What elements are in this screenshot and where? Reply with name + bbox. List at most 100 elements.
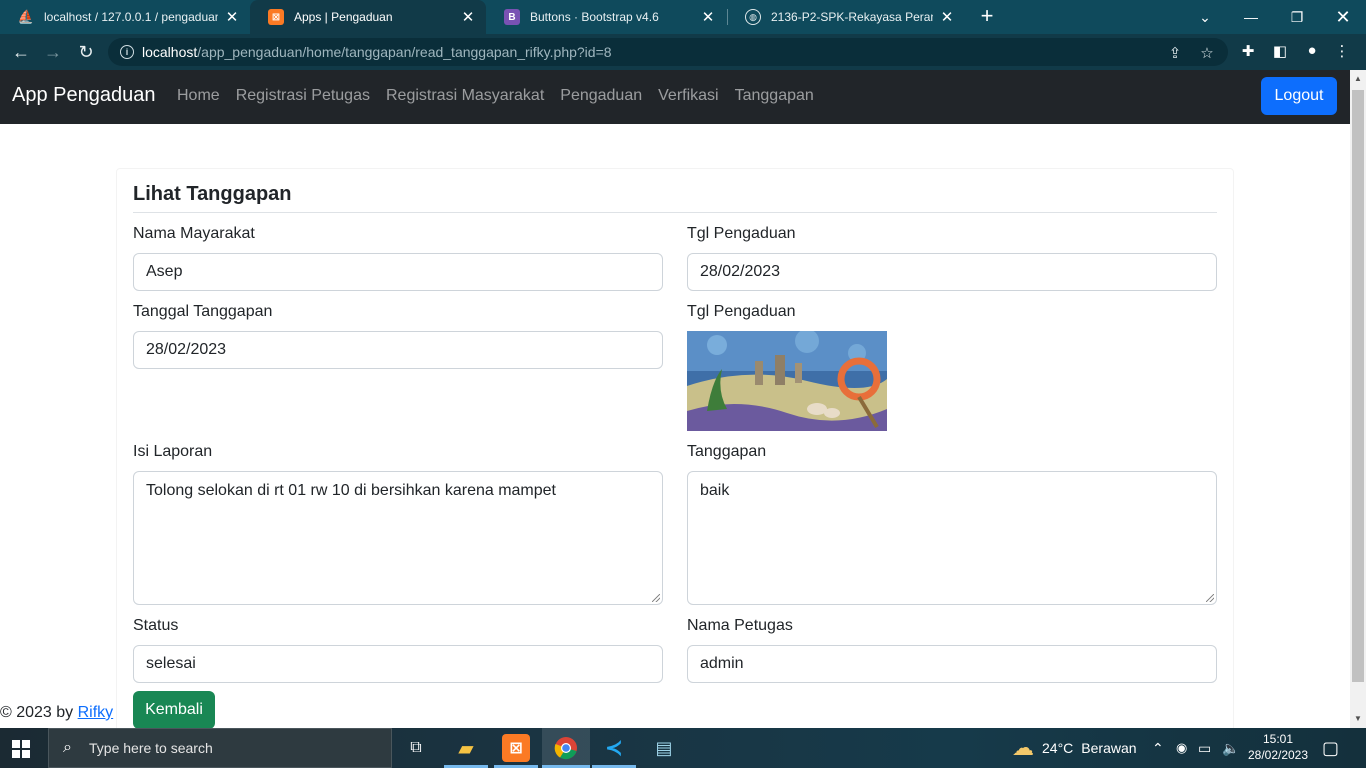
weather-widget[interactable]: ☁ 24°C Berawan bbox=[1012, 728, 1137, 768]
search-placeholder: Type here to search bbox=[89, 740, 213, 756]
status-label: Status bbox=[133, 617, 179, 634]
phpmyadmin-icon: ⛵ bbox=[17, 9, 35, 24]
meet-now-icon[interactable]: ◉ bbox=[1176, 728, 1187, 768]
footer-text: © 2023 by bbox=[0, 704, 78, 721]
clock-date: 28/02/2023 bbox=[1247, 748, 1309, 762]
weather-temp: 24°C bbox=[1042, 740, 1074, 756]
nav-link-registrasi-masyarakat[interactable]: Registrasi Masyarakat bbox=[386, 87, 544, 105]
app-navbar: App Pengaduan Home Registrasi Petugas Re… bbox=[0, 70, 1350, 124]
xampp-icon: ⊠ bbox=[268, 9, 284, 25]
share-icon[interactable]: ⇪ bbox=[1166, 44, 1184, 62]
close-icon[interactable]: ✕ bbox=[460, 8, 476, 26]
footer: © 2023 by Rifky bbox=[0, 704, 113, 722]
complaint-photo-image bbox=[687, 331, 887, 431]
tab-title: localhost / 127.0.0.1 / pengaduan bbox=[44, 10, 218, 24]
nav-link-tanggapan[interactable]: Tanggapan bbox=[735, 87, 814, 105]
nav-link-verfikasi[interactable]: Verfikasi bbox=[658, 87, 718, 105]
nav-link-pengaduan[interactable]: Pengaduan bbox=[560, 87, 642, 105]
scroll-down-icon[interactable]: ▼ bbox=[1354, 714, 1362, 723]
navbar-brand[interactable]: App Pengaduan bbox=[12, 84, 155, 107]
network-icon[interactable]: ▭ bbox=[1198, 728, 1211, 768]
tab-apps-pengaduan[interactable]: ⊠ Apps | Pengaduan ✕ bbox=[250, 0, 486, 34]
tgl-pengaduan-label: Tgl Pengaduan bbox=[687, 225, 796, 242]
bookmark-star-icon[interactable]: ☆ bbox=[1198, 44, 1216, 62]
xampp-taskbar-icon[interactable]: ⊠ bbox=[502, 734, 530, 762]
forward-arrow-icon[interactable]: → bbox=[42, 41, 64, 63]
tanggal-tanggapan-field[interactable]: 28/02/2023 bbox=[133, 331, 663, 369]
nama-field[interactable]: Asep bbox=[133, 253, 663, 291]
tab-search-chevron-icon[interactable]: ⌄ bbox=[1182, 0, 1228, 34]
menu-kebab-icon[interactable]: ⋮ bbox=[1332, 42, 1352, 62]
extensions-puzzle-icon[interactable]: ✚ bbox=[1238, 42, 1258, 62]
minimize-button[interactable]: — bbox=[1228, 0, 1274, 34]
side-panel-icon[interactable]: ◧ bbox=[1270, 42, 1290, 62]
tab-bootstrap[interactable]: B Buttons · Bootstrap v4.6 ✕ bbox=[486, 0, 726, 34]
isi-laporan-label: Isi Laporan bbox=[133, 443, 213, 460]
notification-icon[interactable]: ▢ bbox=[1322, 728, 1339, 768]
resize-grip-icon[interactable] bbox=[652, 594, 660, 602]
tanggapan-textarea[interactable]: baik bbox=[687, 471, 1217, 605]
close-icon[interactable]: ✕ bbox=[224, 8, 240, 26]
tanggapan-text: baik bbox=[700, 482, 730, 499]
bootstrap-icon: B bbox=[504, 9, 520, 25]
vscode-icon[interactable]: ≺ bbox=[600, 734, 628, 762]
nav-link-home[interactable]: Home bbox=[177, 87, 220, 105]
card-title: Lihat Tanggapan bbox=[133, 183, 292, 205]
cloud-sun-icon: ☁ bbox=[1012, 735, 1034, 760]
page-scrollbar[interactable]: ▲ ▼ bbox=[1350, 70, 1366, 728]
scroll-up-icon[interactable]: ▲ bbox=[1354, 74, 1362, 83]
browser-tab-strip: ⛵ localhost / 127.0.0.1 / pengaduan ✕ ⊠ … bbox=[0, 0, 1366, 34]
chrome-logo bbox=[554, 737, 577, 760]
windows-start-icon[interactable] bbox=[12, 740, 30, 758]
profile-icon[interactable]: ● bbox=[1302, 42, 1322, 62]
task-view-icon[interactable]: ⧉ bbox=[402, 734, 430, 762]
nama-petugas-label: Nama Petugas bbox=[687, 617, 793, 634]
chrome-icon[interactable] bbox=[552, 734, 580, 762]
nav-link-registrasi-petugas[interactable]: Registrasi Petugas bbox=[236, 87, 370, 105]
info-icon[interactable]: i bbox=[120, 45, 134, 59]
restore-button[interactable]: ❐ bbox=[1274, 0, 1320, 34]
url-bar[interactable]: i localhost/app_pengaduan/home/tanggapan… bbox=[108, 38, 1228, 66]
url-host: localhost bbox=[142, 44, 198, 60]
close-icon[interactable]: ✕ bbox=[700, 8, 716, 26]
logout-button[interactable]: Logout bbox=[1261, 77, 1337, 115]
isi-laporan-textarea[interactable]: Tolong selokan di rt 01 rw 10 di bersihk… bbox=[133, 471, 663, 605]
kembali-button[interactable]: Kembali bbox=[133, 691, 215, 728]
volume-icon[interactable]: 🔈 bbox=[1222, 728, 1239, 768]
system-clock[interactable]: 15:01 28/02/2023 bbox=[1244, 731, 1312, 763]
divider bbox=[133, 212, 1217, 213]
address-toolbar: ← → ↻ i localhost/app_pengaduan/home/tan… bbox=[0, 34, 1366, 70]
complaint-photo bbox=[687, 331, 887, 431]
notepad-icon[interactable]: ▤ bbox=[650, 734, 678, 762]
search-icon: ⌕ bbox=[63, 739, 72, 756]
back-arrow-icon[interactable]: ← bbox=[10, 41, 32, 63]
resize-grip-icon[interactable] bbox=[1206, 594, 1214, 602]
reload-icon[interactable]: ↻ bbox=[75, 41, 97, 63]
clock-time: 15:01 bbox=[1262, 732, 1294, 746]
file-explorer-icon[interactable]: ▰ bbox=[452, 734, 480, 762]
weather-desc: Berawan bbox=[1081, 740, 1137, 756]
close-icon[interactable]: ✕ bbox=[939, 8, 955, 26]
window-close-button[interactable]: ✕ bbox=[1320, 0, 1366, 34]
tab-phpmyadmin[interactable]: ⛵ localhost / 127.0.0.1 / pengaduan ✕ bbox=[0, 0, 250, 34]
tanggapan-card: Lihat Tanggapan Nama Mayarakat Asep Tgl … bbox=[116, 168, 1234, 728]
taskbar-search[interactable]: ⌕ Type here to search bbox=[48, 728, 392, 768]
status-field[interactable]: selesai bbox=[133, 645, 663, 683]
tab-title: Buttons · Bootstrap v4.6 bbox=[530, 10, 659, 24]
tgl-pengaduan-field[interactable]: 28/02/2023 bbox=[687, 253, 1217, 291]
nama-petugas-field[interactable]: admin bbox=[687, 645, 1217, 683]
tab-title: Apps | Pengaduan bbox=[294, 10, 393, 24]
show-hidden-icons-chevron-icon[interactable]: ⌃ bbox=[1152, 728, 1164, 768]
tab-title: 2136-P2-SPK-Rekayasa Perangkat bbox=[771, 10, 933, 24]
globe-icon: ◍ bbox=[745, 9, 761, 25]
tanggal-tanggapan-label: Tanggal Tanggapan bbox=[133, 303, 273, 320]
isi-laporan-text: Tolong selokan di rt 01 rw 10 di bersihk… bbox=[146, 482, 556, 499]
tab-rekayasa[interactable]: ◍ 2136-P2-SPK-Rekayasa Perangkat ✕ bbox=[727, 0, 965, 34]
footer-link-rifky[interactable]: Rifky bbox=[78, 704, 114, 721]
foto-label: Tgl Pengaduan bbox=[687, 303, 796, 320]
tanggapan-label: Tanggapan bbox=[687, 443, 767, 460]
scrollbar-thumb[interactable] bbox=[1352, 90, 1364, 682]
windows-taskbar: ⌕ Type here to search ⧉ ▰ ⊠ ≺ ▤ ☁ 24°C B… bbox=[0, 728, 1366, 768]
new-tab-button[interactable]: + bbox=[977, 5, 997, 27]
page-viewport: App Pengaduan Home Registrasi Petugas Re… bbox=[0, 70, 1350, 728]
